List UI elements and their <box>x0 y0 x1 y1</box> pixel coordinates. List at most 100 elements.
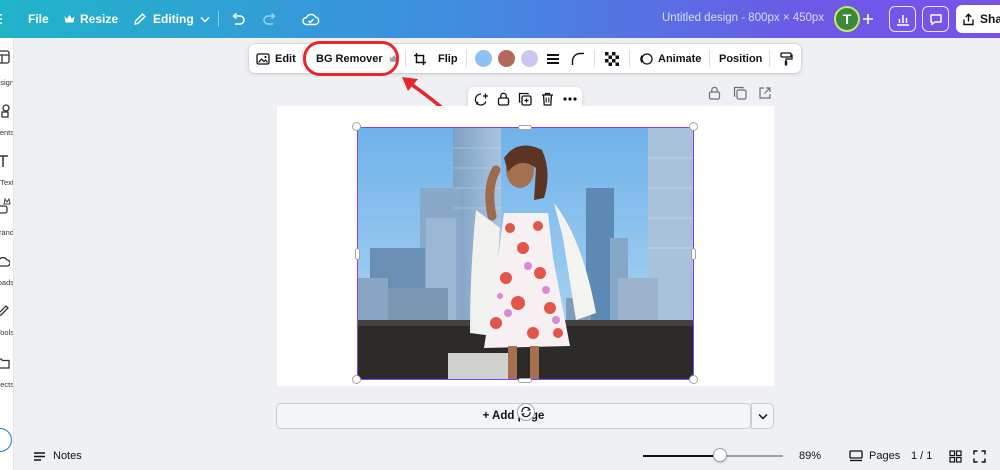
share-page-button[interactable] <box>758 86 772 100</box>
zoom-percent[interactable]: 89% <box>799 442 821 470</box>
duplicate-button[interactable] <box>517 91 533 107</box>
design-title[interactable]: Untitled design - 800px × 450px <box>662 12 824 24</box>
resize-handle-top-left[interactable] <box>352 122 361 131</box>
fullscreen-button[interactable] <box>973 442 986 470</box>
editing-mode-dropdown[interactable]: Editing <box>133 0 210 38</box>
fullscreen-icon <box>973 449 986 463</box>
cloud-save-button[interactable] <box>302 0 320 38</box>
color-swatch[interactable] <box>521 50 538 67</box>
sidebar-item-tools[interactable]: Tools <box>0 304 14 344</box>
crop-icon <box>414 52 426 65</box>
copy-style-button[interactable] <box>779 44 793 73</box>
cloud-upload-icon <box>0 256 10 267</box>
position-button[interactable]: Position <box>719 44 762 73</box>
help-button[interactable] <box>0 428 12 452</box>
grid-view-button[interactable] <box>949 442 962 470</box>
crop-button[interactable] <box>413 44 427 73</box>
add-page-options-button[interactable] <box>751 403 774 429</box>
redo-button[interactable] <box>262 0 278 38</box>
sidebar-item-uploads[interactable]: Uploads <box>0 254 13 294</box>
file-menu[interactable]: File <box>28 0 49 38</box>
share-button[interactable]: Share <box>956 5 1000 33</box>
lock-page-button[interactable] <box>708 86 722 100</box>
add-page-button[interactable]: + Add page <box>276 403 751 429</box>
pencil-icon <box>0 305 9 317</box>
selected-photo[interactable] <box>357 127 694 380</box>
resize-handle-left[interactable] <box>355 248 360 260</box>
duplicate-icon <box>733 86 747 100</box>
border-style-icon <box>547 53 559 64</box>
bg-remover-highlight <box>303 41 399 76</box>
animate-label: Animate <box>658 52 702 65</box>
sidebar-item-text[interactable]: Text <box>0 154 14 194</box>
redo-icon <box>263 12 276 25</box>
sidebar-item-label: Elements <box>0 128 14 137</box>
more-options-button[interactable] <box>562 91 578 107</box>
divider <box>594 50 595 67</box>
sidebar-item-label: Tools <box>0 328 14 337</box>
page-count: 1 / 1 <box>911 442 932 470</box>
position-label: Position <box>719 52 763 65</box>
edit-image-button[interactable]: Edit <box>256 44 296 73</box>
corner-radius-icon <box>571 52 584 65</box>
resize-handle-bottom-left[interactable] <box>352 375 361 384</box>
divider <box>405 50 406 67</box>
resize-button[interactable]: Resize <box>64 0 118 38</box>
divider <box>709 50 710 67</box>
comment-icon <box>929 13 942 25</box>
divider <box>218 11 219 27</box>
sidebar-item-design[interactable]: Design <box>0 50 14 90</box>
divider <box>769 50 770 67</box>
delete-button[interactable] <box>539 91 555 107</box>
left-sidebar: Design Elements Text Brand Uploads Tools… <box>0 38 14 470</box>
pages-label: Pages <box>869 450 901 462</box>
editing-label: Editing <box>153 12 194 26</box>
lock-button[interactable] <box>495 91 511 107</box>
undo-icon <box>232 12 245 25</box>
transparency-button[interactable] <box>605 44 619 73</box>
color-swatch[interactable] <box>498 50 515 67</box>
shapes-icon <box>1 104 10 118</box>
transparency-icon <box>605 51 619 66</box>
sidebar-item-label: Design <box>0 78 14 87</box>
sidebar-item-label: Text <box>0 178 14 187</box>
comment-add-button[interactable] <box>473 91 489 107</box>
rotate-handle[interactable] <box>517 403 535 421</box>
folder-icon <box>0 358 10 369</box>
photo-image <box>358 128 693 379</box>
corner-rounding-button[interactable] <box>571 44 585 73</box>
animate-button[interactable]: Animate <box>639 44 701 73</box>
zoom-slider-thumb[interactable] <box>713 448 727 462</box>
image-edit-icon <box>256 52 270 65</box>
sidebar-item-elements[interactable]: Elements <box>0 104 14 144</box>
lock-icon <box>708 86 721 100</box>
add-collaborator-button[interactable] <box>862 0 874 38</box>
notes-button[interactable]: Notes <box>33 442 82 470</box>
text-icon <box>0 155 8 167</box>
share-icon <box>963 12 974 25</box>
sidebar-item-projects[interactable]: Projects <box>0 356 13 396</box>
comments-button[interactable] <box>922 6 949 32</box>
resize-handle-top[interactable] <box>518 125 532 130</box>
pages-button[interactable]: Pages <box>849 442 900 470</box>
duplicate-icon <box>518 92 532 106</box>
sidebar-item-brand[interactable]: Brand <box>0 198 13 238</box>
edit-label: Edit <box>275 52 296 65</box>
trash-icon <box>541 92 553 106</box>
resize-handle-right[interactable] <box>691 248 696 260</box>
comment-add-icon <box>474 92 488 106</box>
insights-button[interactable] <box>889 6 916 32</box>
duplicate-page-button[interactable] <box>733 86 747 100</box>
avatar[interactable]: T <box>834 6 860 32</box>
undo-button[interactable] <box>230 0 246 38</box>
color-swatch[interactable] <box>475 50 492 67</box>
notes-label: Notes <box>53 450 82 462</box>
paint-roller-icon <box>780 51 793 65</box>
resize-handle-top-right[interactable] <box>689 122 698 131</box>
border-style-button[interactable] <box>546 44 560 73</box>
resize-handle-bottom[interactable] <box>518 378 532 383</box>
menu-icon[interactable] <box>0 0 6 38</box>
flip-button[interactable]: Flip <box>438 44 458 73</box>
resize-handle-bottom-right[interactable] <box>689 375 698 384</box>
pencil-icon <box>134 13 146 25</box>
